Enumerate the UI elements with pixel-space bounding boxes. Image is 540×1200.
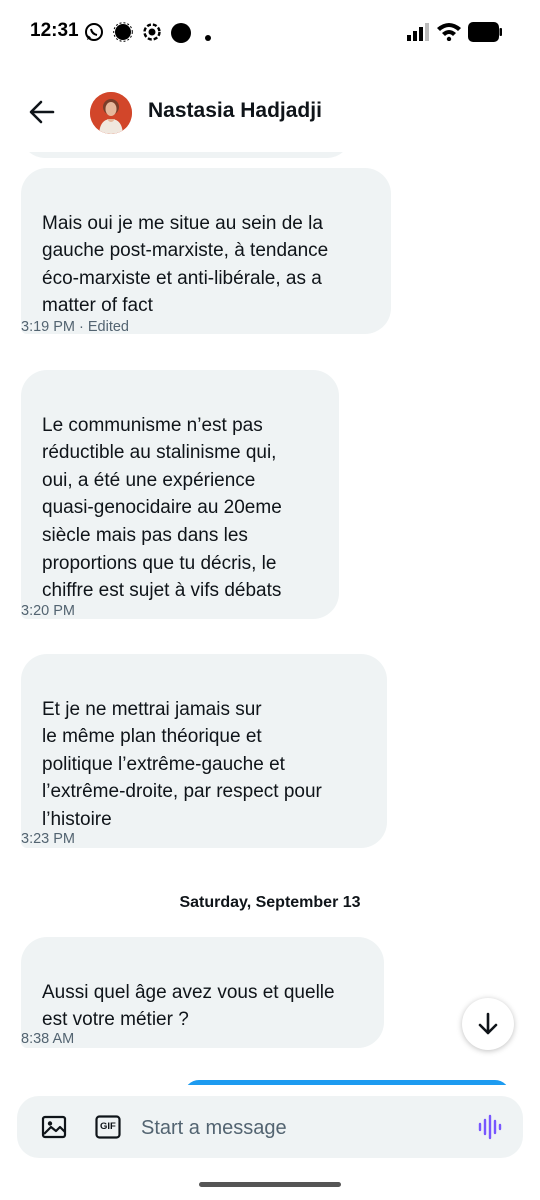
message-text: Aussi quel âge avez vous et quelle est v… — [42, 981, 335, 1031]
message-text: Et je ne mettrai jamais sur le même plan… — [42, 698, 322, 830]
image-icon[interactable] — [41, 1114, 67, 1145]
arrow-left-icon — [29, 100, 55, 124]
chat-name[interactable]: Nastasia Hadjadji — [148, 99, 322, 123]
message-text: Mais oui je me situe au sein de la gauch… — [42, 212, 329, 317]
home-indicator[interactable] — [199, 1182, 341, 1187]
voice-icon[interactable] — [477, 1114, 503, 1145]
chat-header: Nastasia Hadjadji — [0, 72, 540, 152]
message-input[interactable] — [139, 1110, 463, 1146]
message-list[interactable]: Mais oui je me situe au sein de la gauch… — [0, 0, 540, 1085]
gif-label: GIF — [100, 1121, 116, 1132]
back-button[interactable] — [24, 94, 60, 130]
message-timestamp: 3:23 PM — [21, 831, 75, 847]
avatar[interactable] — [90, 92, 132, 134]
date-separator: Saturday, September 13 — [179, 894, 361, 911]
message-timestamp: 3:19 PM · Edited — [21, 319, 129, 335]
scroll-to-bottom-button[interactable] — [462, 998, 514, 1050]
message-text: Le communisme n’est pas réductible au st… — [42, 414, 282, 602]
message-bubble[interactable]: Mais oui je me situe au sein de la gauch… — [21, 168, 391, 334]
message-timestamp: 8:38 AM — [21, 1031, 75, 1047]
message-bubble[interactable]: Le communisme n’est pas réductible au st… — [21, 370, 339, 619]
gif-icon[interactable]: GIF — [95, 1115, 121, 1144]
message-composer: GIF — [17, 1096, 523, 1158]
message-timestamp: 3:20 PM — [21, 603, 75, 619]
message-bubble[interactable]: Et je ne mettrai jamais sur le même plan… — [21, 654, 387, 848]
message-bubble[interactable]: Aussi quel âge avez vous et quelle est v… — [21, 937, 384, 1048]
arrow-down-icon — [478, 1012, 498, 1035]
